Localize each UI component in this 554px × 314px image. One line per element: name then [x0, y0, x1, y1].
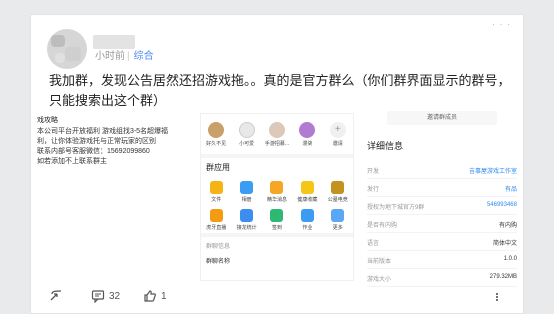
- post-image[interactable]: 戏攻略 本公司平台开放福利 游戏组找3-5名超爆福 利，让你体验游戏托与正常玩家…: [31, 111, 525, 287]
- group-info-label: 群聊信息: [206, 244, 231, 250]
- detail-key: 开发: [367, 169, 380, 175]
- detail-key: 授权为地下城官方9群: [367, 205, 425, 211]
- thumbs-up-icon: [144, 290, 156, 302]
- app-icon: [300, 209, 314, 222]
- comment-icon: [91, 290, 105, 303]
- avatar[interactable]: [47, 29, 87, 69]
- announcement-panel: 戏攻略 本公司平台开放福利 游戏组找3-5名超爆福 利，让你体验游戏托与正常玩家…: [37, 113, 197, 281]
- app-icon: [209, 181, 223, 194]
- app-icon: [300, 181, 314, 194]
- app-item[interactable]: 文件: [201, 181, 231, 203]
- post-content: 我加群，发现公告居然还招游戏拖。。真的是官方群么（你们群界面显示的群号，只能搜索…: [49, 73, 511, 108]
- member-name: 手游招募...: [264, 141, 290, 147]
- app-item[interactable]: 作业: [292, 209, 322, 231]
- announcement-title: 戏攻略: [37, 117, 58, 124]
- app-label: 更多: [332, 225, 343, 231]
- share-icon: [50, 290, 62, 301]
- detail-row: 发行 有品: [367, 179, 517, 197]
- comment-button[interactable]: 32: [91, 289, 120, 303]
- member-name: 漫柒: [302, 141, 313, 147]
- member-avatar: [238, 122, 255, 138]
- member-row: 好久不见 小可爱 手游招募... 漫柒 + 邀请: [201, 114, 353, 154]
- app-item[interactable]: 相册: [231, 181, 261, 203]
- app-label: 公墓电竞: [327, 197, 348, 203]
- category-tag[interactable]: 综合: [134, 51, 154, 62]
- group-panel: 好久不见 小可爱 手游招募... 漫柒 + 邀请 群应用 文件 相册 精华消息 健康收藏…: [200, 113, 354, 281]
- detail-key: 发行: [367, 187, 380, 193]
- detail-row: 授权为地下城官方9群 546993468: [367, 197, 517, 215]
- app-item[interactable]: 精华消息: [262, 181, 292, 203]
- app-label: 健康收藏: [297, 197, 318, 203]
- announcement-line: 如若添加不上联系群主: [37, 158, 107, 165]
- app-icon: [270, 209, 284, 222]
- announcement-line: 利，让你体验游戏托与正常玩家的区别: [37, 138, 156, 145]
- member-name: 小可爱: [239, 141, 255, 147]
- detail-row: 游戏大小 279.32MB: [367, 269, 517, 287]
- member-avatar: [268, 122, 285, 138]
- detail-header: 邀请群成员: [387, 111, 497, 125]
- app-label: 精华消息: [266, 197, 287, 203]
- detail-row: 是否有内购 有内购: [367, 215, 517, 233]
- detail-key: 游戏大小: [367, 277, 392, 283]
- post-time: 小时前: [95, 51, 125, 62]
- like-button[interactable]: 1: [143, 289, 167, 303]
- member-avatar: [299, 122, 316, 138]
- detail-value: 279.32MB: [489, 274, 517, 280]
- post-meta: 小时前 | 综合: [95, 51, 154, 62]
- detail-value[interactable]: 有品: [505, 184, 517, 193]
- app-icon: [209, 209, 223, 222]
- app-label: 签到: [271, 225, 282, 231]
- detail-row: 开发 吉事屋游戏工作室: [367, 161, 517, 179]
- announcement-line: 联系内部号客服微信：15692099860: [37, 148, 150, 155]
- app-icon: [331, 209, 345, 222]
- app-item[interactable]: 更多: [323, 209, 353, 231]
- app-item[interactable]: 公墓电竞: [323, 181, 353, 203]
- detail-value: 有内购: [498, 223, 517, 229]
- app-label: 相册: [241, 197, 252, 203]
- member-name: 好久不见: [206, 141, 227, 147]
- member-name: 邀请: [332, 141, 343, 147]
- announcement-line: 本公司平台开放福利 游戏组找3-5名超爆福: [37, 128, 169, 135]
- app-icon: [270, 181, 284, 194]
- like-count: 1: [161, 290, 167, 302]
- app-item[interactable]: 虎牙直播: [201, 209, 231, 231]
- app-label: 虎牙直播: [206, 225, 227, 231]
- app-label: 文件: [211, 197, 222, 203]
- app-item[interactable]: 接龙统计: [231, 209, 261, 231]
- detail-value[interactable]: 546993468: [487, 202, 517, 208]
- post-card: 小时前 | 综合 . . . 我加群，发现公告居然还招游戏拖。。真的是官方群么（你们…: [30, 14, 524, 314]
- detail-key: 当前版本: [367, 259, 392, 265]
- detail-row: 当前版本 1.0.0: [367, 251, 517, 269]
- detail-key: 语言: [367, 241, 380, 247]
- detail-row: 语言 简体中文: [367, 233, 517, 251]
- app-label: 作业: [302, 225, 313, 231]
- more-vertical-icon[interactable]: [496, 293, 498, 301]
- app-icon: [240, 209, 254, 222]
- comment-count: 32: [109, 290, 121, 302]
- action-bar: 32 1: [31, 287, 525, 313]
- app-grid: 文件 相册 精华消息 健康收藏 公墓电竞虎牙直播 接龙统计 签到 作业 更多: [201, 173, 353, 233]
- app-icon: [240, 181, 254, 194]
- section-title: 群应用: [206, 163, 230, 172]
- share-button[interactable]: [49, 289, 67, 303]
- detail-value: 1.0.0: [503, 256, 517, 262]
- invite-icon: +: [329, 122, 346, 138]
- app-item[interactable]: 健康收藏: [292, 181, 322, 203]
- app-label: 接龙统计: [236, 225, 257, 231]
- detail-value[interactable]: 吉事屋游戏工作室: [469, 166, 517, 175]
- detail-value: 简体中文: [492, 241, 517, 247]
- detail-title: 详细信息: [367, 141, 404, 151]
- detail-key: 是否有内购: [367, 223, 398, 229]
- app-item[interactable]: 签到: [262, 209, 292, 231]
- member-avatar: [208, 122, 225, 138]
- detail-panel: 邀请群成员 详细信息 开发 吉事屋游戏工作室发行 有品授权为地下城官方9群 54699…: [361, 111, 521, 287]
- more-icon[interactable]: . . .: [492, 17, 511, 28]
- app-icon: [331, 181, 345, 194]
- group-name-label: 群聊名称: [206, 259, 231, 265]
